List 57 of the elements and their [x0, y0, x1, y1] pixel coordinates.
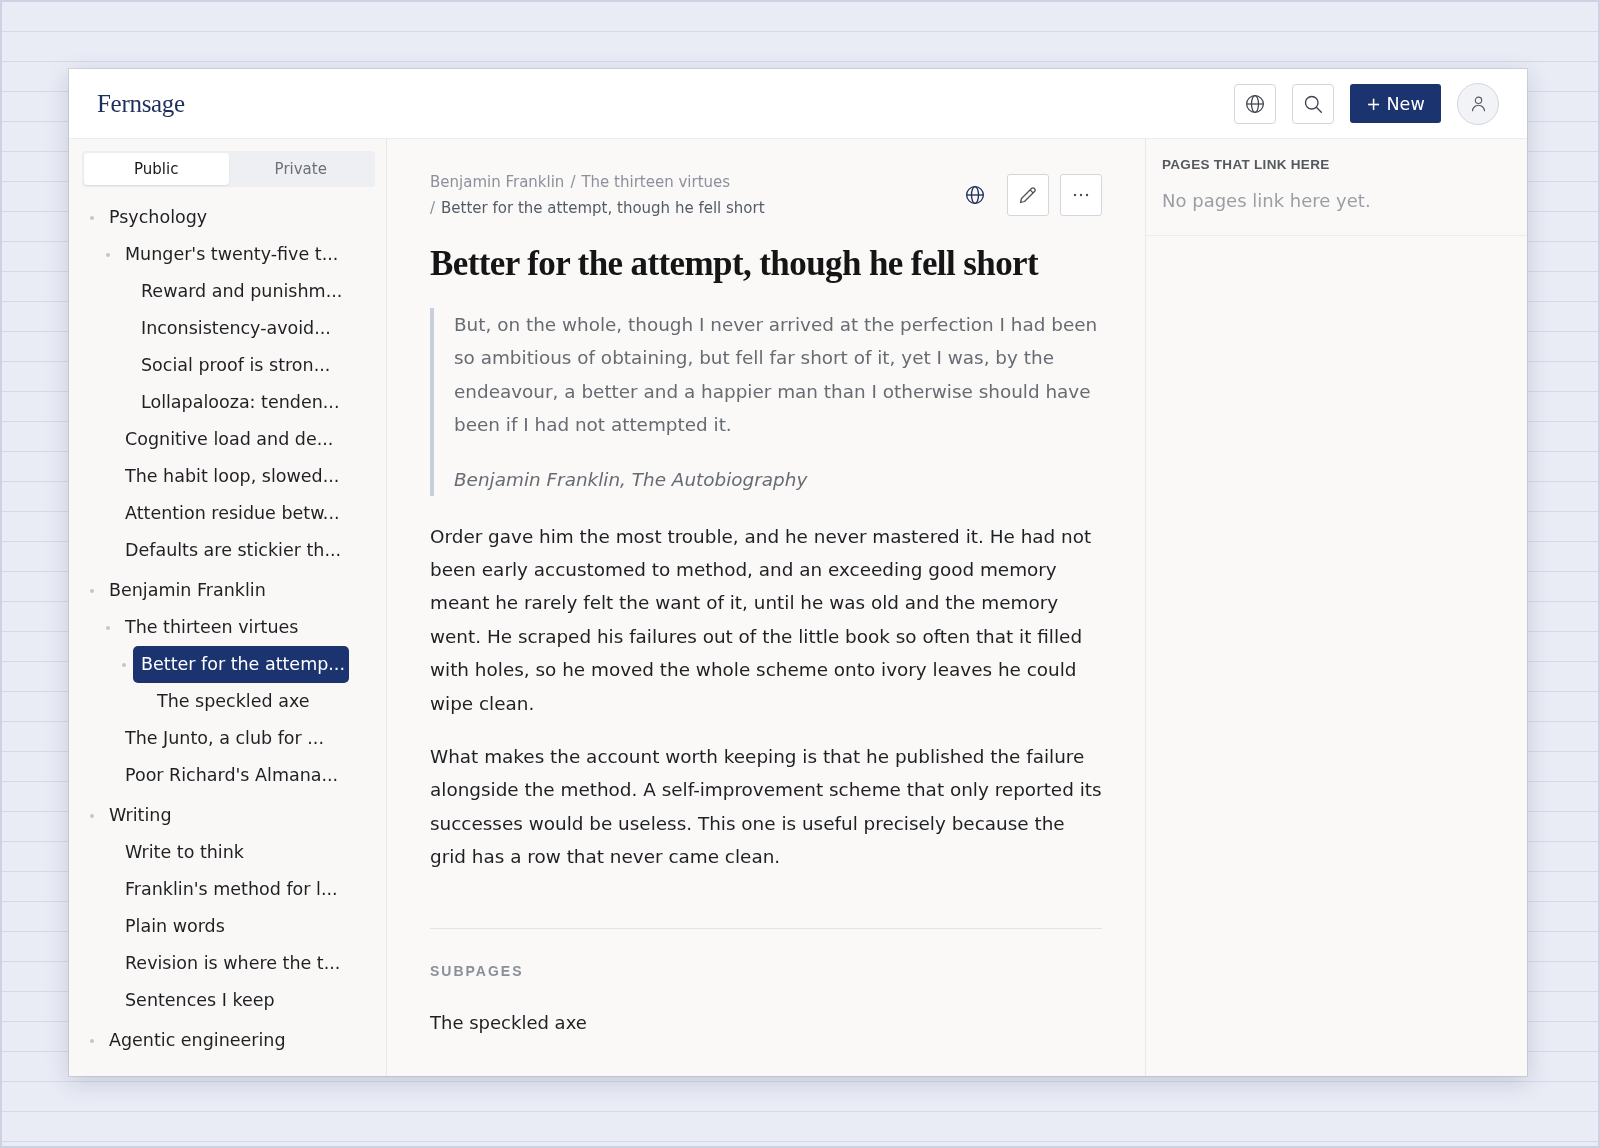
tree-item[interactable]: The Junto, a club for ... [117, 720, 349, 757]
tree-item[interactable]: Defaults are stickier th... [117, 532, 349, 569]
tree-item[interactable]: Plain words [117, 908, 349, 945]
search-button[interactable] [1292, 83, 1334, 124]
globe-icon [965, 185, 985, 205]
more-icon [1073, 193, 1089, 197]
bullet-icon[interactable] [89, 813, 94, 818]
tree-item[interactable]: Franklin's method for l... [117, 871, 349, 908]
bullet-icon[interactable] [105, 625, 110, 630]
breadcrumb-link[interactable]: Better for the attempt, though he fell short [441, 195, 765, 221]
pencil-icon [1018, 185, 1038, 205]
tree-item[interactable]: The speckled axe [149, 683, 349, 720]
tree-item[interactable]: Social proof is stron... [133, 347, 349, 384]
tree-item[interactable]: Psychology [101, 199, 349, 236]
logo[interactable]: Fernsage [97, 89, 185, 118]
subpages-heading: SUBPAGES [430, 961, 525, 981]
bullet-icon[interactable] [89, 588, 94, 593]
user-icon [1469, 95, 1487, 112]
account-button[interactable] [1457, 82, 1499, 125]
new-page-button[interactable]: + New [1350, 84, 1441, 123]
quote-citation: Benjamin Franklin, The Autobiography [454, 467, 809, 492]
tree-item[interactable]: Attention residue betw... [117, 495, 349, 532]
edit-button[interactable] [1007, 174, 1049, 216]
tree-item[interactable]: Poor Richard's Almana... [117, 757, 349, 794]
quote-text: But, on the whole, though I never arrived at the perfection I had been so ambitious of obtaining, but fell far short of it, yet I was, by the endeavour, a better and a happier man than I otherwise should have been if I had not attempted it. [454, 313, 1099, 438]
tree-item[interactable]: The habit loop, slowed... [117, 458, 349, 495]
bullet-icon[interactable] [105, 252, 110, 257]
language-button[interactable] [1234, 83, 1276, 124]
tree-item[interactable]: Lollapalooza: tenden... [133, 384, 349, 421]
bullet-icon[interactable] [121, 662, 126, 667]
globe-icon [1245, 93, 1265, 114]
bullet-icon[interactable] [89, 215, 94, 220]
body-paragraph: What makes the account worth keeping is that he published the failure alongside the method. A self-improvement scheme that only reported its successes would be useless. This one is useful precisely because the grid has a row that never came clean. [430, 745, 1102, 870]
tree-item[interactable]: Benjamin Franklin [101, 572, 349, 609]
backlinks-heading: PAGES THAT LINK HERE [1162, 156, 1331, 174]
tree-item[interactable]: The thirteen virtues [117, 609, 349, 646]
tree-item[interactable]: Sentences I keep [117, 982, 349, 1019]
tree-item[interactable]: Better for the attemp... [133, 646, 349, 683]
bullet-icon[interactable] [89, 1038, 94, 1043]
visibility-tab[interactable]: Private [228, 153, 373, 185]
breadcrumb-separator: / [570, 172, 576, 193]
subpage-link[interactable]: The speckled axe [430, 1007, 587, 1038]
visibility-tab[interactable]: Public [84, 153, 229, 185]
backlinks-empty-text: No pages link here yet. [1162, 189, 1372, 213]
breadcrumb-separator: / [430, 198, 436, 219]
search-icon [1303, 93, 1323, 114]
tree-item[interactable]: Reward and punishm... [133, 273, 349, 310]
page-title: Better for the attempt, though he fell short [430, 244, 1040, 284]
tree-item[interactable]: Inconsistency-avoid... [133, 310, 349, 347]
tree-item[interactable]: Agentic engineering [101, 1022, 349, 1059]
tree-item[interactable]: Cognitive load and de... [117, 421, 349, 458]
tree-item[interactable]: Revision is where the t... [117, 945, 349, 982]
tree-item[interactable]: Write to think [117, 834, 349, 871]
tree-item[interactable]: Writing [101, 797, 349, 834]
more-button[interactable] [1060, 174, 1102, 216]
body-paragraph: Order gave him the most trouble, and he never mastered it. He had not been early accustomed to method, and an exceeding good memory meant he rarely felt the want of it, until he was old and the memory went. He scraped his failures out of the little book so often that it filled with holes, so he moved the whole scheme onto ivory leaves he could wipe clean. [430, 524, 1093, 716]
tree-item[interactable]: Munger's twenty-five t... [117, 236, 349, 273]
